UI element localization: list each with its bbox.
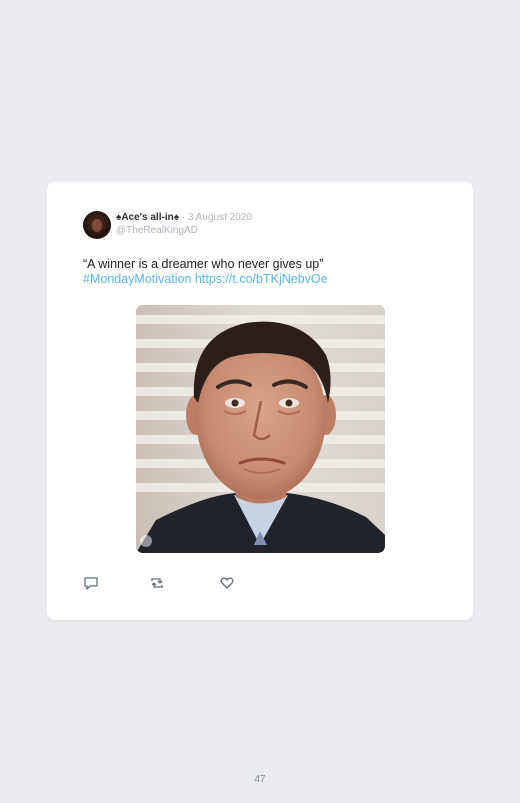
tweet-date[interactable]: 3 August 2020: [188, 212, 252, 223]
like-icon[interactable]: [219, 575, 235, 591]
tweet-text: “A winner is a dreamer who never gives u…: [83, 257, 413, 287]
tweet-quote: “A winner is a dreamer who never gives u…: [83, 257, 324, 271]
media-illustration: [136, 305, 385, 553]
retweet-icon[interactable]: [149, 575, 165, 591]
hashtag-link[interactable]: #MondayMotivation: [83, 272, 191, 286]
tweet-actions: [83, 575, 283, 591]
display-name[interactable]: ♠Ace's all-in♠: [116, 212, 179, 223]
tweet-header: ♠Ace's all-in♠ · 3 August 2020: [116, 212, 252, 224]
reply-icon[interactable]: [83, 575, 99, 591]
tweet-media-image[interactable]: [136, 305, 385, 553]
url-link[interactable]: https://t.co/bTKjNebvOe: [195, 272, 328, 286]
tweet-links-line: #MondayMotivation https://t.co/bTKjNebvO…: [83, 272, 413, 287]
tweet-card: ♠Ace's all-in♠ · 3 August 2020 @TheRealK…: [47, 182, 473, 620]
avatar[interactable]: [83, 211, 111, 239]
header-separator: ·: [181, 212, 186, 223]
user-handle[interactable]: @TheRealKingAD: [116, 225, 198, 237]
page-number: 47: [254, 774, 266, 785]
